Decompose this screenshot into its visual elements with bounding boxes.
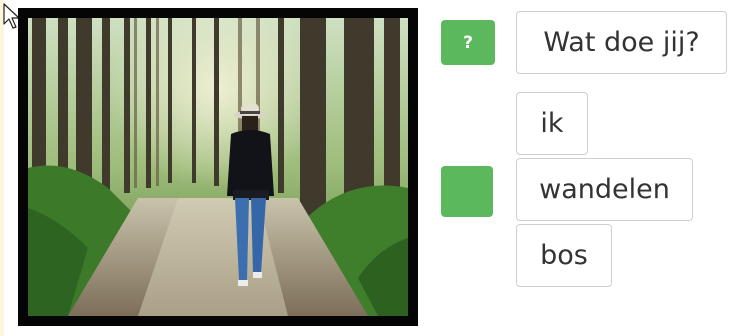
photo-frame	[18, 8, 418, 326]
forest-walk-photo	[28, 18, 408, 316]
word-tile-3[interactable]: bos	[516, 224, 612, 287]
question-text: Wat doe jij?	[516, 11, 727, 74]
left-edge-strip	[0, 0, 4, 336]
word-tile-1[interactable]: ik	[516, 92, 588, 155]
question-mark-icon: ?	[463, 32, 473, 53]
word-tile-2[interactable]: wandelen	[516, 158, 693, 221]
answer-badge	[441, 166, 493, 217]
exercise-panel: ? Wat doe jij? ik wandelen bos	[0, 0, 730, 336]
question-badge: ?	[441, 20, 495, 65]
